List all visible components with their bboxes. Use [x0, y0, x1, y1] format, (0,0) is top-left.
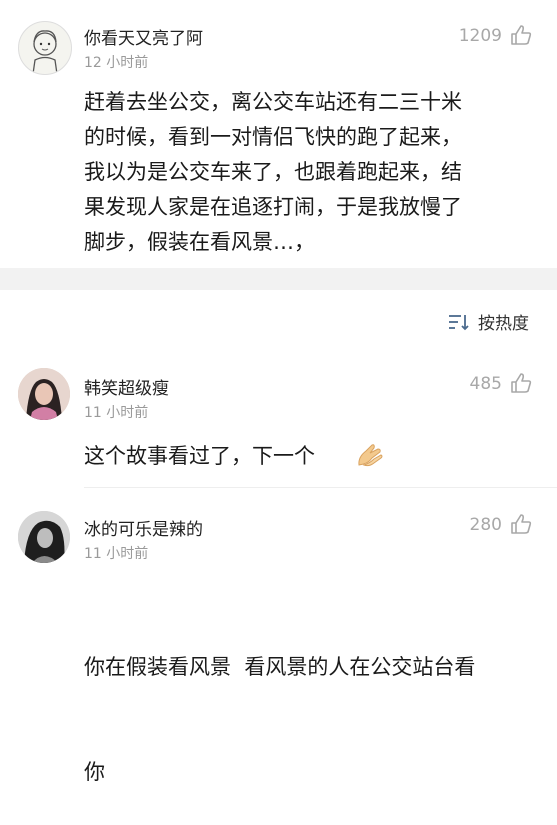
sort-by-hot-button[interactable]: 按热度 [478, 309, 529, 334]
comment-username[interactable]: 韩笑超级瘦 [84, 374, 169, 399]
post-line: 赶着去坐公交，离公交车站还有二三十米 [84, 90, 462, 114]
post-line: 我以为是公交车来了，也跟着跑起来，结 [84, 160, 462, 184]
section-gap [0, 268, 557, 290]
comment-time: 11 小时前 [84, 405, 149, 421]
sort-icon[interactable] [448, 313, 470, 331]
sort-bar [0, 290, 557, 350]
thumbs-up-icon[interactable] [510, 372, 532, 394]
comment-avatar[interactable] [18, 511, 70, 563]
comment-time: 11 小时前 [84, 546, 149, 562]
photo-avatar-icon [18, 511, 70, 563]
photo-avatar-icon [18, 368, 70, 420]
main-post: 你看天又亮了阿 12 小时前 1209 赶着去坐公交，离公交车站还有二三十米 的… [0, 0, 557, 268]
praying-hands-icon [358, 444, 383, 467]
post-body: 赶着去坐公交，离公交车站还有二三十米 的时候，看到一对情侣飞快的跑了起来， 我以… [84, 85, 462, 260]
post-line: 果发现人家是在追逐打闹，于是我放慢了 [84, 195, 462, 219]
comment-line: 你 [84, 760, 105, 784]
thumbs-up-icon[interactable] [510, 513, 532, 535]
comment-avatar[interactable] [18, 368, 70, 420]
comment-line: 你在假装看风景 看风景的人在公交站台看 [84, 655, 476, 679]
comment-text: 你在假装看风景 看风景的人在公交站台看 你 [84, 580, 475, 825]
post-time: 12 小时前 [84, 55, 149, 71]
post-username[interactable]: 你看天又亮了阿 [84, 24, 203, 49]
comment-username[interactable]: 冰的可乐是辣的 [84, 515, 203, 540]
comment-like-count: 485 [469, 374, 502, 394]
post-line: 的时候，看到一对情侣飞快的跑了起来， [84, 125, 462, 149]
comment-divider [84, 487, 557, 488]
post-like-count: 1209 [458, 26, 502, 46]
thumbs-up-icon[interactable] [510, 24, 532, 46]
sketch-avatar-icon [32, 30, 58, 74]
comment-like-count: 280 [469, 515, 502, 535]
post-avatar[interactable] [18, 21, 72, 75]
post-line: 脚步，假装在看风景…， [84, 230, 315, 254]
comment-text: 这个故事看过了，下一个 [84, 444, 315, 468]
